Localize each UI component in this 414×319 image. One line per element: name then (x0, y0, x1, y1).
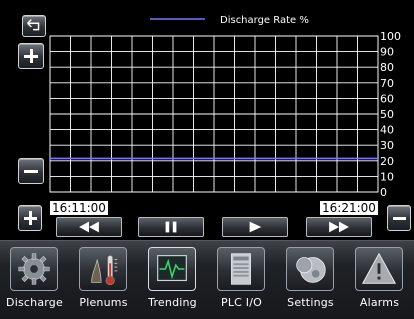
y-tick-label: 70 (380, 77, 394, 90)
y-tick-label: 20 (380, 155, 394, 168)
rewind-icon (79, 221, 99, 233)
rewind-button[interactable] (56, 217, 122, 237)
nav-plc-io[interactable]: PLC I/O (207, 241, 276, 319)
nav-trending[interactable]: Trending (138, 241, 207, 319)
fast-forward-button[interactable] (306, 217, 372, 237)
y-tick-label: 60 (380, 92, 394, 105)
back-arrow-icon (27, 19, 40, 31)
nav-label: Plenums (79, 296, 128, 309)
play-icon (249, 221, 262, 233)
y-tick-label: 100 (380, 30, 401, 43)
warning-icon (361, 252, 397, 284)
fast-forward-icon (329, 221, 349, 233)
trend-chart: 1009080706050403020100 Discharge Rate % (49, 15, 401, 199)
y-tick-label: 90 (380, 46, 394, 59)
nav-tile-discharge (10, 247, 58, 291)
end-time-label: 16:21:00 (320, 201, 378, 215)
nav-label: Settings (287, 296, 334, 309)
minus-icon (24, 170, 38, 173)
gear-icon (18, 253, 50, 285)
nav-label: Alarms (359, 296, 400, 309)
nav-label: PLC I/O (221, 296, 262, 309)
nav-tile-plc-io (217, 247, 265, 291)
nav-tile-plenums (79, 247, 127, 291)
y-tick-label: 0 (380, 186, 387, 199)
zoom-in-button-left[interactable] (18, 43, 44, 69)
plc-device-icon (231, 253, 251, 285)
monitor-trend-icon (157, 255, 187, 282)
nav-plenums[interactable]: Plenums (69, 241, 138, 319)
zoom-out-button-right[interactable] (387, 205, 411, 231)
start-time-label: 16:11:00 (50, 201, 108, 215)
pause-button[interactable] (138, 217, 204, 237)
nav-label: Trending (148, 296, 197, 309)
pause-icon (165, 221, 177, 233)
nav-label: Discharge (6, 296, 63, 309)
thermometer-icon (91, 255, 118, 286)
y-tick-label: 50 (380, 108, 394, 121)
bottom-nav-bar: Discharge Plenums Trending PLC I/O Setti… (0, 240, 414, 319)
nav-settings[interactable]: Settings (276, 241, 345, 319)
play-button[interactable] (222, 217, 288, 237)
settings-disc-icon (296, 257, 326, 283)
nav-tile-alarms (355, 247, 403, 291)
legend-label: Discharge Rate % (220, 15, 309, 26)
y-tick-label: 10 (380, 170, 394, 183)
minus-icon (393, 217, 406, 220)
nav-discharge[interactable]: Discharge (0, 241, 69, 319)
nav-tile-settings (286, 247, 334, 291)
zoom-in-button-bottom[interactable] (18, 205, 42, 231)
plus-icon-vertical (29, 49, 33, 63)
plus-icon-vertical (29, 211, 32, 225)
trending-screen: 100 90 80 70 60 50 40 30 20 10 0 Discharge Rate % … (0, 0, 414, 319)
back-button[interactable] (22, 15, 46, 37)
zoom-out-button-left[interactable] (18, 158, 44, 184)
y-tick-label: 80 (380, 61, 394, 74)
nav-tile-trending (148, 247, 196, 291)
nav-alarms[interactable]: Alarms (345, 241, 414, 319)
y-tick-label: 40 (380, 124, 394, 137)
y-tick-label: 30 (380, 139, 394, 152)
